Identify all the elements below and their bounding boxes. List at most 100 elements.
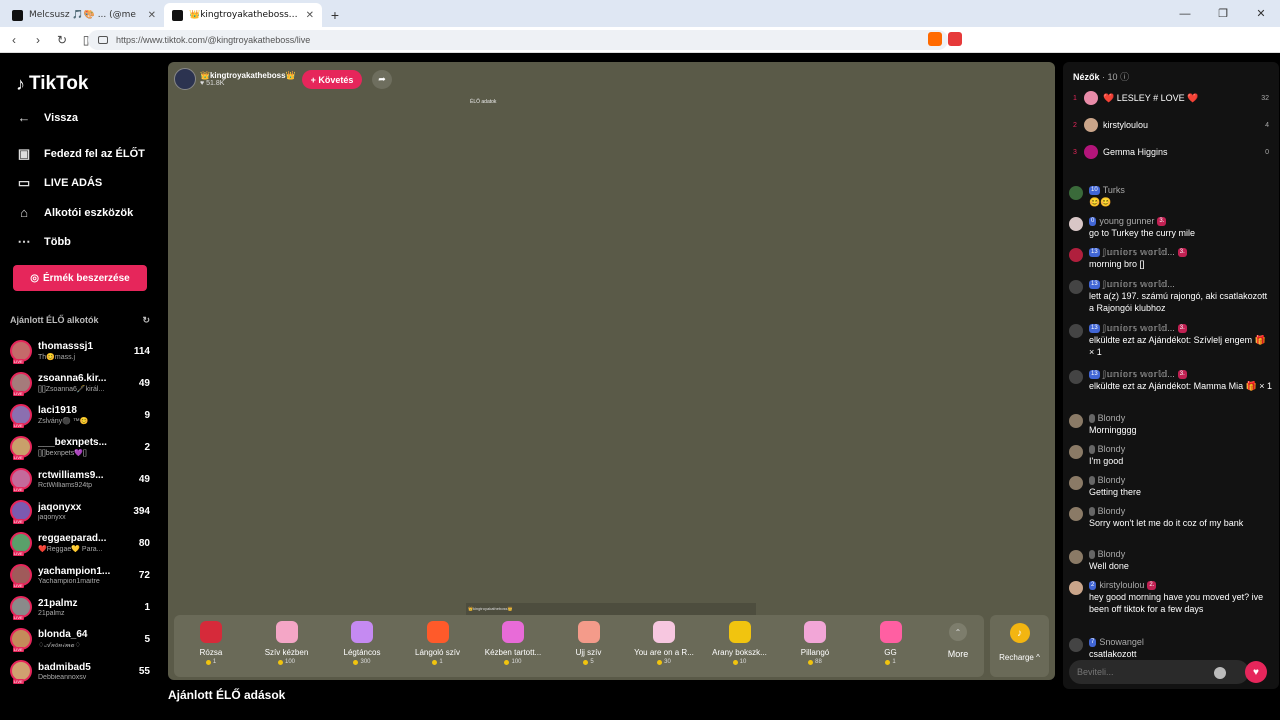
nav-more[interactable]: ⋯ Több [16,234,71,250]
brave-shield-icon[interactable] [928,32,942,46]
viewers-header[interactable]: Nézők · 10 ⓘ [1073,70,1129,83]
chat-avatar[interactable] [1069,217,1083,231]
browser-tab[interactable]: Melcsusz 🎵🎨 ... (@me ✕ [4,3,164,27]
creator-item[interactable]: thomasssj1 Th😊mass.j 114 [10,336,150,366]
chat-avatar[interactable] [1069,280,1083,294]
chat-message[interactable]: Blondy Morningggg [1069,412,1273,436]
nav-creator-tools[interactable]: ⌂ Alkotói eszközök [16,205,133,220]
nav-go-live[interactable]: ▭ LIVE ADÁS [16,175,102,191]
site-info-icon[interactable] [98,36,108,44]
chat-avatar[interactable] [1069,550,1083,564]
chat-username[interactable]: 𝕁𝕦𝕟𝕚𝕠𝕣𝕤 𝕨𝕠𝕣𝕝𝕕... [1103,322,1175,334]
like-heart-icon[interactable]: ♥ [1245,661,1267,683]
chat-message[interactable]: 13 𝕁𝕦𝕟𝕚𝕠𝕣𝕤 𝕨𝕠𝕣𝕝𝕕... lett a(z) 197. számú r… [1069,278,1273,314]
new-tab-button[interactable]: + [322,3,348,27]
gift-item[interactable]: Kézben tartott... 100 [478,621,548,665]
minimize-icon[interactable]: — [1166,0,1204,27]
gift-item[interactable]: Szív kézben 100 [252,621,322,665]
chat-username[interactable]: Turks [1103,184,1125,196]
gift-item[interactable]: Rózsa 1 [176,621,246,665]
creator-item[interactable]: laci1918 Zslvány⚫ ™😊 9 [10,400,150,430]
tiktok-logo[interactable]: ♪ TikTok [16,73,88,95]
refresh-icon[interactable]: ↻ [142,315,150,326]
rewards-icon[interactable] [948,32,962,46]
share-icon[interactable]: ➦ [372,70,392,89]
nav-explore-live[interactable]: ▣ Fedezd fel az ÉLŐT [16,146,145,162]
gift-item[interactable]: You are on a R... 30 [629,621,699,665]
creator-item[interactable]: jaqonyxxjaqonyxx 394 [10,496,150,526]
chat-message[interactable]: 13 𝕁𝕦𝕟𝕚𝕠𝕣𝕤 𝕨𝕠𝕣𝕝𝕕... 3. elküldte ezt az Aján… [1069,368,1273,392]
gift-item[interactable]: GG 1 [856,621,926,665]
info-icon[interactable]: ⓘ [1120,72,1129,82]
chat-message[interactable]: Blondy I'm good [1069,443,1273,467]
chat-username[interactable]: young gunner [1099,215,1154,227]
more-gifts-button[interactable]: ⌃ More [943,623,973,659]
host-avatar[interactable] [174,68,196,90]
host-info[interactable]: 👑kingtroyakatheboss👑 ♥ 51.8K [174,68,296,90]
chat-username[interactable]: Blondy [1098,412,1126,424]
close-tab-icon[interactable]: ✕ [306,10,314,21]
chat-message[interactable]: 0 young gunner 3. go to Turkey the curry mi… [1069,215,1273,239]
back-icon[interactable]: ‹ [4,30,24,50]
chat-message[interactable]: 7 Snowangel csatlakozott [1069,636,1273,660]
gift-item[interactable]: Légtáncos 300 [327,621,397,665]
live-video-player[interactable]: 👑kingtroyakatheboss👑 ♥ 51.8K + Követés ➦… [168,62,1055,680]
close-window-icon[interactable]: ✕ [1242,0,1280,27]
chat-message[interactable]: Blondy Getting there [1069,474,1273,498]
top-viewer-row[interactable]: 3 Gemma Higgins 0 [1073,143,1269,161]
top-viewer-row[interactable]: 2 kirstyloulou 4 [1073,116,1269,134]
creator-item[interactable]: zsoanna6.kir... [][]Zsoanna6🖋️királ... 49 [10,368,150,398]
emoji-icon[interactable] [1214,667,1226,679]
creator-item[interactable]: blonda_64♢𝒜𝓃𝑜𝓃𝒾𝓂𝒶♢ 5 [10,624,150,654]
host-name[interactable]: 👑kingtroyakatheboss👑 [200,71,296,80]
chat-username[interactable]: Blondy [1098,443,1126,455]
recharge-button[interactable]: ♪ Recharge ^ [990,615,1049,677]
chat-message[interactable]: Blondy Sorry won't let me do it coz of my… [1069,505,1273,529]
creator-item[interactable]: rctwilliams9...RctWilliams924tp 49 [10,464,150,494]
gift-item[interactable]: Ujj szív 5 [554,621,624,665]
gift-item[interactable]: Arany bokszk... 10 [705,621,775,665]
get-coins-button[interactable]: ◎ Érmék beszerzése [13,265,147,291]
chat-avatar[interactable] [1069,445,1083,459]
url-field[interactable]: https://www.tiktok.com/@kingtroyakathebo… [88,30,948,50]
chat-username[interactable]: Blondy [1098,548,1126,560]
chat-avatar[interactable] [1069,581,1083,595]
follow-button[interactable]: + Követés [302,70,362,89]
chat-avatar[interactable] [1069,638,1083,652]
creator-item[interactable]: yachampion1...Yachampion1maitre 72 [10,560,150,590]
chat-avatar[interactable] [1069,414,1083,428]
reload-icon[interactable]: ↻ [52,30,72,50]
creator-item[interactable]: ___bexnpets... [][]bexnpets💜[] 2 [10,432,150,462]
chat-username[interactable]: 𝕁𝕦𝕟𝕚𝕠𝕣𝕤 𝕨𝕠𝕣𝕝𝕕... [1103,368,1175,380]
chat-username[interactable]: 𝕁𝕦𝕟𝕚𝕠𝕣𝕤 𝕨𝕠𝕣𝕝𝕕... [1103,246,1175,258]
chat-username[interactable]: kirstyloulou [1099,579,1144,591]
chat-message[interactable]: 2 kirstyloulou 2. hey good morning have you… [1069,579,1273,615]
creator-item[interactable]: 21palmz21palmz 1 [10,592,150,622]
chat-message[interactable]: 10 Turks 😊😊 [1069,184,1273,208]
nav-back[interactable]: ← Vissza [16,110,79,125]
top-viewer-row[interactable]: 1 ❤️ LESLEY # LOVE ❤️ 32 [1073,89,1269,107]
creator-item[interactable]: badmibad5Debbieannoxsv 55 [10,656,150,686]
viewer-avatar [1084,145,1098,159]
chat-message[interactable]: 13 𝕁𝕦𝕟𝕚𝕠𝕣𝕤 𝕨𝕠𝕣𝕝𝕕... 3. morning bro [] [1069,246,1273,270]
chat-avatar[interactable] [1069,186,1083,200]
chat-message[interactable]: Blondy Well done [1069,548,1273,572]
gift-item[interactable]: Lángoló szív 1 [403,621,473,665]
chat-username[interactable]: Snowangel [1099,636,1144,648]
chat-avatar[interactable] [1069,248,1083,262]
gift-item[interactable]: Pillangó 88 [780,621,850,665]
chat-avatar[interactable] [1069,370,1083,384]
chat-message[interactable]: 13 𝕁𝕦𝕟𝕚𝕠𝕣𝕤 𝕨𝕠𝕣𝕝𝕕... 3. elküldte ezt az Aján… [1069,322,1273,358]
browser-tab-active[interactable]: 👑kingtroyakatheboss👑 (@kin ✕ [164,3,322,27]
maximize-icon[interactable]: ❐ [1204,0,1242,27]
creator-subtitle: Zslvány⚫ ™😊 [38,418,89,425]
chat-username[interactable]: 𝕁𝕦𝕟𝕚𝕠𝕣𝕤 𝕨𝕠𝕣𝕝𝕕... [1103,278,1175,290]
chat-username[interactable]: Blondy [1098,505,1126,517]
chat-avatar[interactable] [1069,476,1083,490]
chat-avatar[interactable] [1069,324,1083,338]
chat-username[interactable]: Blondy [1098,474,1126,486]
close-tab-icon[interactable]: ✕ [148,10,156,21]
chat-avatar[interactable] [1069,507,1083,521]
forward-icon[interactable]: › [28,30,48,50]
creator-item[interactable]: reggaeparad... ❤️Reggae💛 Para... 80 [10,528,150,558]
